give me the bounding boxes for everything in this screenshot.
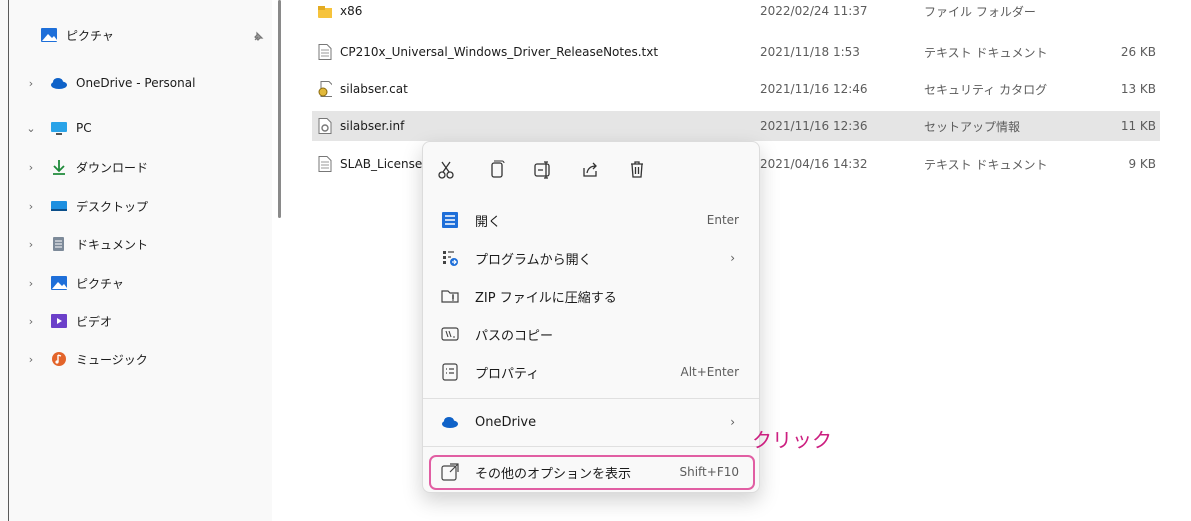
window-edge bbox=[8, 0, 9, 521]
onedrive-cloud-icon bbox=[442, 417, 458, 428]
file-type: テキスト ドキュメント bbox=[924, 45, 1048, 60]
menu-item-label: ZIP ファイルに圧縮する bbox=[475, 290, 617, 306]
videos-icon bbox=[50, 313, 68, 329]
folder-icon bbox=[318, 6, 332, 18]
menu-item-label: プログラムから開く bbox=[475, 252, 592, 268]
nav-item-pc[interactable]: ⌄ PC bbox=[24, 113, 92, 143]
nav-item-label: デスクトップ bbox=[76, 199, 149, 214]
nav-item-label: ミュージック bbox=[76, 352, 148, 367]
annotation-click-label: クリック bbox=[752, 428, 832, 452]
nav-item-label: ダウンロード bbox=[76, 160, 149, 175]
pc-monitor-icon bbox=[50, 120, 68, 136]
nav-item-label: ドキュメント bbox=[76, 237, 149, 252]
menu-item-properties[interactable]: プロパティ Alt+Enter bbox=[429, 354, 755, 390]
share-icon[interactable] bbox=[576, 156, 604, 184]
nav-item-label: ピクチャ bbox=[76, 276, 124, 291]
nav-item-pictures-quick[interactable]: ピクチャ bbox=[40, 20, 270, 50]
file-name: SLAB_License bbox=[340, 157, 423, 171]
menu-item-copy-path[interactable]: パスのコピー bbox=[429, 316, 755, 352]
highlight-box bbox=[429, 455, 755, 490]
file-row-silabser-inf[interactable]: silabser.inf 2021/11/16 12:36 セットアップ情報 1… bbox=[312, 111, 1160, 141]
desktop-icon bbox=[50, 198, 68, 214]
nav-item-label: ビデオ bbox=[76, 314, 113, 329]
copy-icon[interactable] bbox=[483, 156, 511, 184]
properties-icon bbox=[442, 363, 458, 381]
shortcut-label: Enter bbox=[706, 213, 739, 227]
file-type: テキスト ドキュメント bbox=[924, 157, 1048, 172]
chevron-right-icon[interactable]: › bbox=[24, 353, 38, 366]
nav-item-desktop[interactable]: › デスクトップ bbox=[24, 191, 148, 221]
file-type: セキュリティ カタログ bbox=[924, 82, 1048, 97]
setup-file-icon bbox=[318, 118, 332, 134]
file-size: 26 KB bbox=[1120, 45, 1156, 59]
download-icon bbox=[50, 159, 68, 175]
menu-separator bbox=[423, 398, 759, 399]
file-date: 2021/11/18 1:53 bbox=[760, 45, 860, 59]
chevron-right-icon[interactable]: › bbox=[24, 77, 38, 90]
menu-item-onedrive[interactable]: OneDrive › bbox=[429, 404, 755, 440]
chevron-right-icon: › bbox=[730, 251, 735, 265]
chevron-down-icon[interactable]: ⌄ bbox=[24, 122, 38, 135]
menu-separator bbox=[423, 446, 759, 447]
copy-path-icon bbox=[441, 327, 459, 341]
file-row-silabser-cat[interactable]: silabser.cat 2021/11/16 12:46 セキュリティ カタロ… bbox=[312, 74, 1160, 104]
file-row-x86[interactable]: x86 2022/02/24 11:37 ファイル フォルダー bbox=[312, 0, 1160, 22]
navigation-pane: ピクチャ › OneDrive - Personal ⌄ PC › ダウンロード… bbox=[0, 0, 272, 521]
nav-item-documents[interactable]: › ドキュメント bbox=[24, 229, 148, 259]
chevron-right-icon[interactable]: › bbox=[24, 238, 38, 251]
chevron-right-icon: › bbox=[730, 415, 735, 429]
open-icon bbox=[442, 212, 458, 228]
file-date: 2021/11/16 12:46 bbox=[760, 82, 868, 96]
onedrive-cloud-icon bbox=[50, 75, 68, 91]
pin-icon[interactable] bbox=[252, 31, 264, 43]
text-file-icon bbox=[318, 44, 332, 60]
music-icon bbox=[50, 351, 68, 367]
nav-item-label: ピクチャ bbox=[66, 28, 114, 43]
nav-item-onedrive[interactable]: › OneDrive - Personal bbox=[24, 68, 196, 98]
chevron-right-icon[interactable]: › bbox=[24, 161, 38, 174]
catalog-file-icon bbox=[318, 81, 332, 97]
menu-item-open-with[interactable]: プログラムから開く › bbox=[429, 240, 755, 276]
chevron-right-icon[interactable]: › bbox=[24, 200, 38, 213]
zip-icon bbox=[441, 290, 459, 303]
nav-item-videos[interactable]: › ビデオ bbox=[24, 306, 112, 336]
open-with-icon bbox=[443, 251, 458, 266]
file-name: x86 bbox=[340, 4, 363, 18]
file-name: silabser.cat bbox=[340, 82, 408, 96]
delete-icon[interactable] bbox=[623, 156, 651, 184]
menu-item-label: 開く bbox=[475, 214, 502, 230]
chevron-right-icon[interactable]: › bbox=[24, 315, 38, 328]
file-name: CP210x_Universal_Windows_Driver_ReleaseN… bbox=[340, 45, 659, 59]
cut-icon[interactable] bbox=[432, 156, 460, 184]
menu-item-label: パスのコピー bbox=[475, 328, 554, 344]
text-file-icon bbox=[318, 156, 332, 172]
nav-item-pictures[interactable]: › ピクチャ bbox=[24, 268, 124, 298]
nav-item-label: OneDrive - Personal bbox=[76, 76, 196, 90]
nav-item-label: PC bbox=[76, 121, 92, 135]
file-name: silabser.inf bbox=[340, 119, 405, 133]
chevron-right-icon[interactable]: › bbox=[24, 277, 38, 290]
context-menu: 開く Enter プログラムから開く › ZIP ファイルに圧縮する パスのコピ… bbox=[422, 141, 760, 493]
nav-item-downloads[interactable]: › ダウンロード bbox=[24, 152, 148, 182]
shortcut-label: Alt+Enter bbox=[680, 365, 739, 379]
file-date: 2021/11/16 12:36 bbox=[760, 119, 868, 133]
pictures-icon bbox=[40, 27, 58, 43]
file-date: 2021/04/16 14:32 bbox=[760, 157, 868, 171]
menu-item-open[interactable]: 開く Enter bbox=[429, 202, 755, 238]
file-size: 13 KB bbox=[1120, 82, 1156, 96]
pictures-icon bbox=[50, 275, 68, 291]
file-type: セットアップ情報 bbox=[924, 119, 1021, 134]
menu-item-label: OneDrive bbox=[475, 414, 537, 430]
file-row-releasenotes[interactable]: CP210x_Universal_Windows_Driver_ReleaseN… bbox=[312, 37, 1160, 67]
menu-item-compress-zip[interactable]: ZIP ファイルに圧縮する bbox=[429, 278, 755, 314]
rename-icon[interactable] bbox=[529, 156, 557, 184]
menu-item-label: プロパティ bbox=[475, 366, 540, 382]
file-size: 9 KB bbox=[1128, 157, 1156, 171]
documents-icon bbox=[50, 236, 68, 252]
file-type: ファイル フォルダー bbox=[924, 4, 1036, 19]
scrollbar-thumb[interactable] bbox=[278, 0, 281, 218]
nav-item-music[interactable]: › ミュージック bbox=[24, 344, 148, 374]
file-date: 2022/02/24 11:37 bbox=[760, 4, 868, 18]
file-size: 11 KB bbox=[1120, 119, 1156, 133]
